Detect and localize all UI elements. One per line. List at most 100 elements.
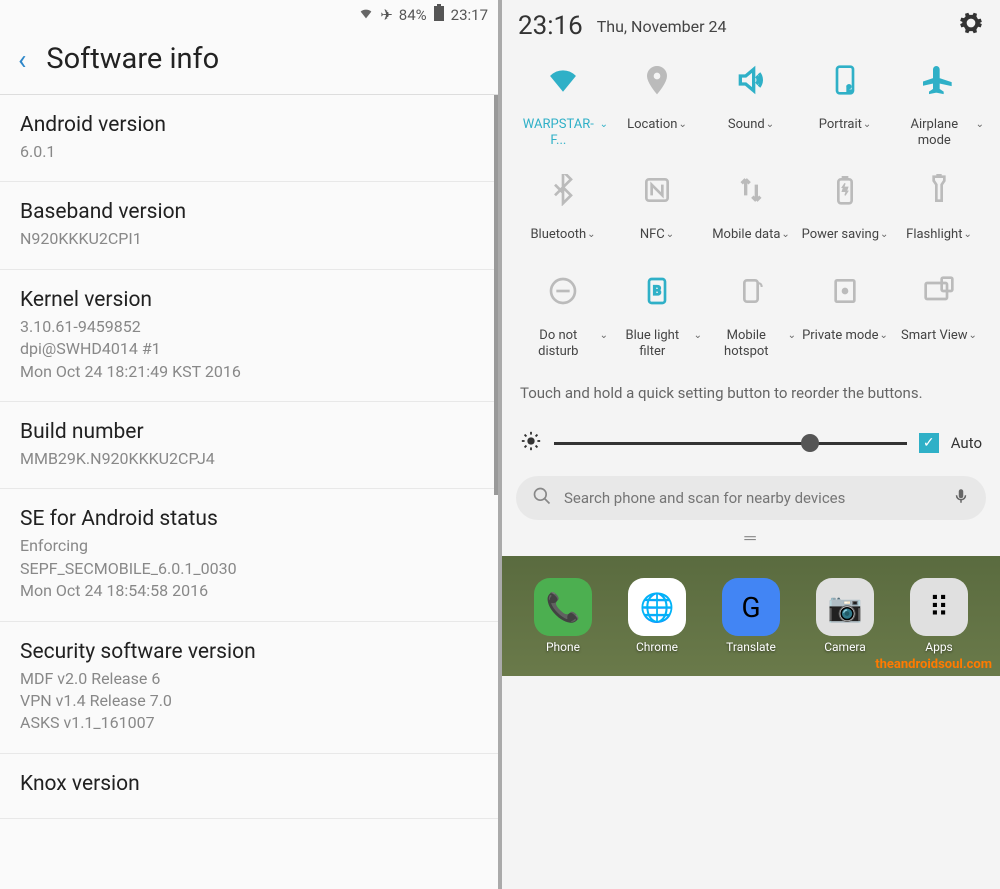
info-value: 3.10.61-9459852 dpi@SWHD4014 #1 Mon Oct … <box>20 316 478 383</box>
qs-tile-wifi[interactable] <box>516 52 610 108</box>
blue-light-icon: B <box>610 263 704 319</box>
gear-icon[interactable] <box>958 10 984 42</box>
info-label: Security software version <box>20 640 478 664</box>
svg-text:B: B <box>653 284 662 299</box>
qs-tile-label[interactable]: Bluetooth⌄ <box>528 223 597 263</box>
info-item[interactable]: SE for Android status Enforcing SEPF_SECM… <box>0 489 498 621</box>
qs-tile-bluetooth[interactable] <box>516 162 610 218</box>
qs-tile-power-saving[interactable] <box>798 162 892 218</box>
search-icon <box>532 486 552 510</box>
location-icon <box>610 52 704 108</box>
qs-hint: Touch and hold a quick setting button to… <box>502 373 1000 422</box>
battery-icon <box>433 4 445 26</box>
qs-tile-location[interactable] <box>610 52 704 108</box>
qs-tile-label[interactable]: Mobile hotspot⌄ <box>704 324 798 373</box>
search-input[interactable] <box>564 489 940 507</box>
bluetooth-icon <box>516 162 610 218</box>
qs-tile-label[interactable]: Flashlight⌄ <box>904 223 974 263</box>
chevron-down-icon: ⌄ <box>963 229 971 241</box>
qs-tile-label[interactable]: Do not disturb⌄ <box>516 324 610 373</box>
qs-tile-label[interactable]: Smart View⌄ <box>899 324 979 364</box>
quick-settings-panel: 23:16 Thu, November 24 WARPSTAR-F...⌄ Loc… <box>502 0 1000 889</box>
qs-tile-nfc[interactable] <box>610 162 704 218</box>
header: ‹ Software info <box>0 30 498 94</box>
home-app-phone[interactable]: 📞Phone <box>534 578 592 654</box>
qs-date: Thu, November 24 <box>597 17 727 36</box>
qs-tile-blue-light[interactable]: B <box>610 263 704 319</box>
qs-tile-dnd[interactable] <box>516 263 610 319</box>
info-item[interactable]: Android version6.0.1 <box>0 95 498 182</box>
status-time: 23:17 <box>451 6 488 24</box>
qs-tile-label[interactable]: Portrait⌄ <box>817 113 874 153</box>
qs-tile-label[interactable]: Blue light filter⌄ <box>610 324 704 373</box>
status-bar: ✈ 84% 23:17 <box>0 0 498 30</box>
mobile-data-icon <box>704 162 798 218</box>
chevron-down-icon: ⌄ <box>600 330 608 342</box>
qs-tile-label[interactable]: Location⌄ <box>625 113 689 153</box>
qs-header: 23:16 Thu, November 24 <box>502 0 1000 52</box>
info-item[interactable]: Kernel version 3.10.61-9459852 dpi@SWHD40… <box>0 270 498 402</box>
info-list[interactable]: Android version6.0.1Baseband versionN920… <box>0 95 498 885</box>
qs-tile-label[interactable]: Power saving⌄ <box>800 223 891 263</box>
info-label: SE for Android status <box>20 507 478 531</box>
chevron-down-icon: ⌄ <box>694 330 702 342</box>
qs-tile-mobile-data[interactable] <box>704 162 798 218</box>
info-label: Kernel version <box>20 288 478 312</box>
qs-tile-label[interactable]: Private mode⌄ <box>800 324 890 364</box>
qs-tile-label[interactable]: Airplane mode⌄ <box>892 113 986 162</box>
info-item[interactable]: Build numberMMB29K.N920KKKU2CPJ4 <box>0 402 498 489</box>
sound-icon <box>704 52 798 108</box>
qs-tile-smart-view[interactable] <box>892 263 986 319</box>
back-icon[interactable]: ‹ <box>18 43 26 76</box>
home-app-translate[interactable]: GTranslate <box>722 578 780 654</box>
airplane-icon: ✈ <box>380 6 393 24</box>
qs-tile-flashlight[interactable] <box>892 162 986 218</box>
home-app-chrome[interactable]: 🌐Chrome <box>628 578 686 654</box>
qs-time: 23:16 <box>518 11 583 41</box>
drag-handle[interactable]: ═ <box>502 520 1000 556</box>
home-app-camera[interactable]: 📷 Camera <box>816 578 874 654</box>
qs-tile-hotspot[interactable] <box>704 263 798 319</box>
home-app-label: Apps <box>925 640 953 654</box>
smart-view-icon <box>892 263 986 319</box>
qs-tile-label[interactable]: Mobile data⌄ <box>710 223 792 263</box>
software-info-screen: ✈ 84% 23:17 ‹ Software info Android vers… <box>0 0 498 889</box>
home-app-label: Phone <box>546 640 580 654</box>
apps-icon: ⠿ <box>910 578 968 636</box>
watermark: theandroidsoul.com <box>875 657 992 672</box>
hotspot-icon <box>704 263 798 319</box>
chevron-down-icon: ⌄ <box>880 330 888 342</box>
flashlight-icon <box>892 162 986 218</box>
chevron-down-icon: ⌄ <box>969 330 977 342</box>
info-item[interactable]: Baseband versionN920KKKU2CPI1 <box>0 182 498 269</box>
slider-thumb[interactable] <box>801 434 819 452</box>
qs-tile-airplane[interactable] <box>892 52 986 108</box>
info-value: Enforcing SEPF_SECMOBILE_6.0.1_0030 Mon … <box>20 535 478 602</box>
brightness-slider[interactable] <box>554 442 907 445</box>
info-item[interactable]: Knox version <box>0 754 498 819</box>
chevron-down-icon: ⌄ <box>678 119 686 131</box>
qs-tile-label[interactable]: Sound⌄ <box>726 113 776 153</box>
mic-icon[interactable] <box>952 487 970 509</box>
info-item[interactable]: Security software versionMDF v2.0 Releas… <box>0 622 498 754</box>
chevron-down-icon: ⌄ <box>863 119 871 131</box>
info-value: N920KKKU2CPI1 <box>20 228 478 250</box>
brightness-row: ✓ Auto <box>502 422 1000 476</box>
auto-brightness-checkbox[interactable]: ✓ <box>919 433 939 453</box>
qs-tile-private[interactable] <box>798 263 892 319</box>
wifi-icon <box>516 52 610 108</box>
chevron-down-icon: ⌄ <box>666 229 674 241</box>
info-value: MMB29K.N920KKKU2CPJ4 <box>20 448 478 470</box>
translate-icon: G <box>722 578 780 636</box>
airplane-icon <box>892 52 986 108</box>
qs-tile-portrait[interactable] <box>798 52 892 108</box>
qs-tile-sound[interactable] <box>704 52 798 108</box>
home-app-label: Camera <box>824 640 866 654</box>
home-app-apps[interactable]: ⠿ Apps <box>910 578 968 654</box>
search-bar[interactable] <box>516 476 986 520</box>
portrait-icon <box>798 52 892 108</box>
qs-tile-label[interactable]: NFC⌄ <box>638 223 676 263</box>
camera-icon: 📷 <box>816 578 874 636</box>
scrollbar[interactable] <box>494 95 498 495</box>
qs-tile-label[interactable]: WARPSTAR-F...⌄ <box>516 113 610 162</box>
